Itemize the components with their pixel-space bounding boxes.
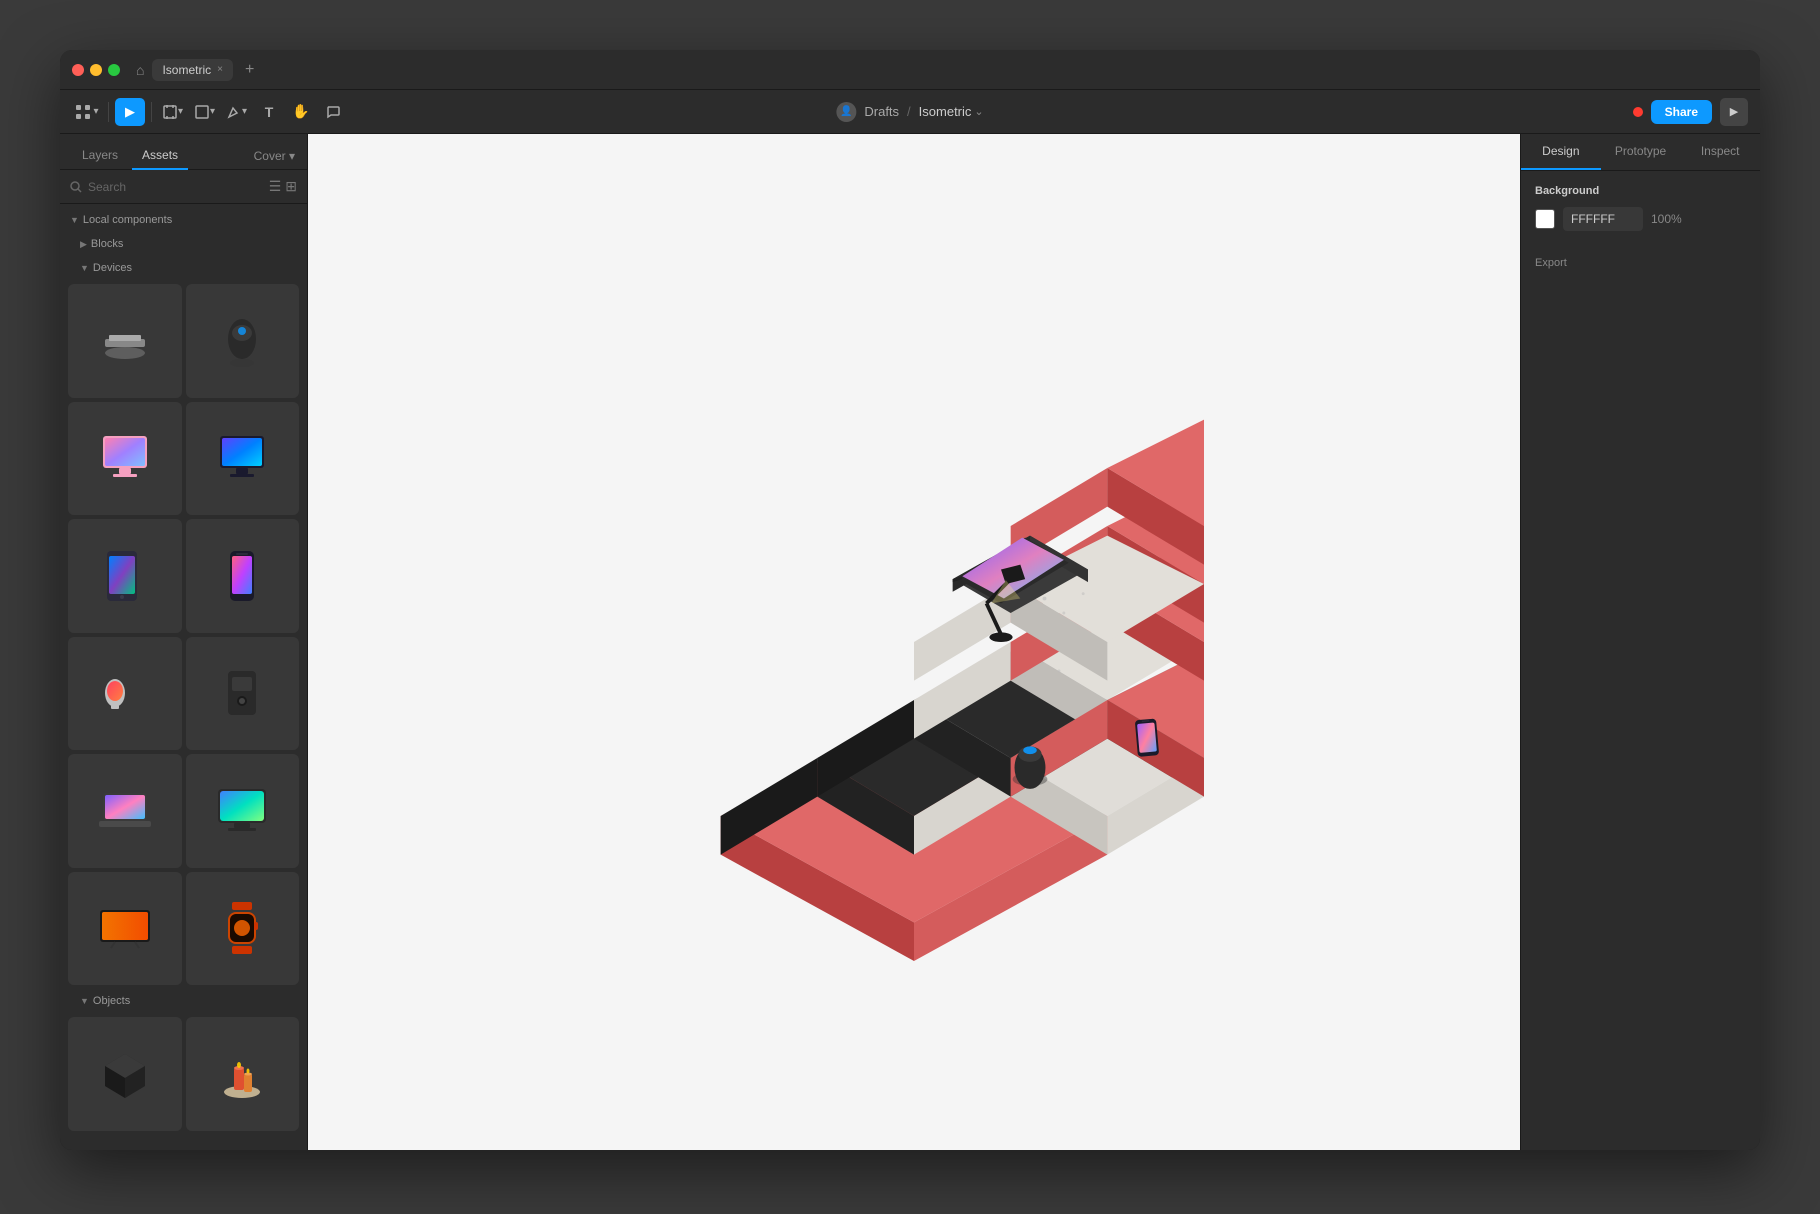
- object-candles: [197, 1028, 288, 1119]
- cover-dropdown[interactable]: Cover ▾: [254, 149, 295, 163]
- device-homepod: [197, 295, 288, 386]
- design-tabs: Design Prototype Inspect: [1521, 134, 1760, 171]
- list-item[interactable]: [68, 402, 182, 516]
- frame-tool-button[interactable]: ▾: [158, 98, 188, 126]
- tool-group-left: ▾ ▶ ▾ ▾ ▾ T ✋: [72, 98, 348, 126]
- isometric-composition: [624, 282, 1204, 1002]
- section-blocks[interactable]: ▶ Blocks: [60, 232, 307, 256]
- list-item[interactable]: [68, 1017, 182, 1131]
- list-item[interactable]: [68, 754, 182, 868]
- chevron-icon: ▼: [80, 996, 89, 1006]
- list-item[interactable]: [68, 872, 182, 986]
- view-icons: ☰ ⊞: [269, 178, 297, 195]
- pen-tool-button[interactable]: ▾: [222, 98, 252, 126]
- list-item[interactable]: [186, 1017, 300, 1131]
- objects-grid: [60, 1013, 307, 1135]
- export-label[interactable]: Export: [1535, 257, 1746, 269]
- comment-tool-button[interactable]: [318, 98, 348, 126]
- left-panel: Layers Assets Cover ▾ ☰ ⊞ ▼ Local compon…: [60, 134, 308, 1150]
- toolbar-breadcrumb: 👤 Drafts / Isometric ⌄: [836, 102, 983, 122]
- panel-content: ▼ Local components ▶ Blocks ▼ Devices: [60, 204, 307, 1150]
- recording-indicator: [1633, 107, 1643, 117]
- chevron-icon: ▶: [80, 239, 87, 250]
- main-layout: Layers Assets Cover ▾ ☰ ⊞ ▼ Local compon…: [60, 134, 1760, 1150]
- device-apple-tv: [79, 295, 170, 386]
- breadcrumb-separator: /: [907, 104, 911, 119]
- list-item[interactable]: [68, 284, 182, 398]
- title-bar: ⌂ Isometric × +: [60, 50, 1760, 90]
- object-box: [79, 1028, 170, 1119]
- list-item[interactable]: [186, 402, 300, 516]
- toolbar: ▾ ▶ ▾ ▾ ▾ T ✋ 👤 Draft: [60, 90, 1760, 134]
- list-view-icon[interactable]: ☰: [269, 178, 282, 195]
- search-input[interactable]: [88, 180, 263, 194]
- minimize-button[interactable]: [90, 64, 102, 76]
- user-avatar: 👤: [836, 102, 856, 122]
- section-objects[interactable]: ▼ Objects: [60, 989, 307, 1013]
- tab-close-icon[interactable]: ×: [217, 64, 223, 75]
- iso-scene: [624, 282, 1204, 1002]
- device-ipad: [79, 530, 170, 621]
- tab-layers[interactable]: Layers: [72, 142, 128, 170]
- chevron-icon: ▼: [80, 263, 89, 273]
- panel-tabs: Layers Assets Cover ▾: [60, 134, 307, 170]
- opacity-value: 100%: [1651, 212, 1682, 226]
- device-iphone: [197, 530, 288, 621]
- color-swatch[interactable]: [1535, 209, 1555, 229]
- present-button[interactable]: ▶: [1720, 98, 1748, 126]
- search-bar: ☰ ⊞: [60, 170, 307, 204]
- tab-design[interactable]: Design: [1521, 134, 1601, 170]
- toolbar-right: Share ▶: [1633, 98, 1748, 126]
- list-item[interactable]: [68, 519, 182, 633]
- list-item[interactable]: [186, 519, 300, 633]
- device-mac-display: [79, 648, 170, 739]
- canvas-area[interactable]: [308, 134, 1520, 1150]
- book-view-icon[interactable]: ⊞: [285, 178, 297, 195]
- list-item[interactable]: [186, 754, 300, 868]
- list-item[interactable]: [68, 637, 182, 751]
- select-tool-button[interactable]: ▶: [115, 98, 145, 126]
- color-value-input[interactable]: [1563, 207, 1643, 231]
- device-imac-pink: [79, 413, 170, 504]
- hand-tool-button[interactable]: ✋: [286, 98, 316, 126]
- export-section: Export: [1521, 247, 1760, 279]
- close-button[interactable]: [72, 64, 84, 76]
- breadcrumb-current[interactable]: Isometric ⌄: [919, 104, 984, 119]
- tab-assets[interactable]: Assets: [132, 142, 188, 170]
- device-imac-dark: [197, 413, 288, 504]
- home-icon[interactable]: ⌂: [136, 62, 144, 78]
- tab-label: Isometric: [162, 63, 211, 77]
- active-tab[interactable]: Isometric ×: [152, 59, 233, 81]
- maximize-button[interactable]: [108, 64, 120, 76]
- device-macbook: [79, 765, 170, 856]
- tab-inspect[interactable]: Inspect: [1680, 134, 1760, 170]
- text-tool-button[interactable]: T: [254, 98, 284, 126]
- list-item[interactable]: [186, 284, 300, 398]
- background-section: Background 100%: [1521, 171, 1760, 247]
- section-devices[interactable]: ▼ Devices: [60, 256, 307, 280]
- traffic-lights: [72, 64, 120, 76]
- share-button[interactable]: Share: [1651, 100, 1712, 124]
- background-color-row: 100%: [1535, 207, 1746, 231]
- chevron-icon: ▼: [70, 215, 79, 225]
- background-title: Background: [1535, 185, 1746, 197]
- right-panel: Design Prototype Inspect Background 100%…: [1520, 134, 1760, 1150]
- search-icon: [70, 181, 82, 193]
- device-studio-display: [197, 765, 288, 856]
- tab-prototype[interactable]: Prototype: [1601, 134, 1681, 170]
- section-local-components[interactable]: ▼ Local components: [60, 208, 307, 232]
- shape-tool-button[interactable]: ▾: [190, 98, 220, 126]
- app-window: ⌂ Isometric × + ▾ ▶ ▾ ▾: [60, 50, 1760, 1150]
- device-apple-watch: [197, 883, 288, 974]
- breadcrumb-drafts[interactable]: Drafts: [864, 104, 899, 119]
- devices-grid: [60, 280, 307, 989]
- new-tab-button[interactable]: +: [245, 61, 254, 79]
- device-mac-tower: [197, 648, 288, 739]
- list-item[interactable]: [186, 872, 300, 986]
- device-tv: [79, 883, 170, 974]
- grid-tool-button[interactable]: ▾: [72, 98, 102, 126]
- list-item[interactable]: [186, 637, 300, 751]
